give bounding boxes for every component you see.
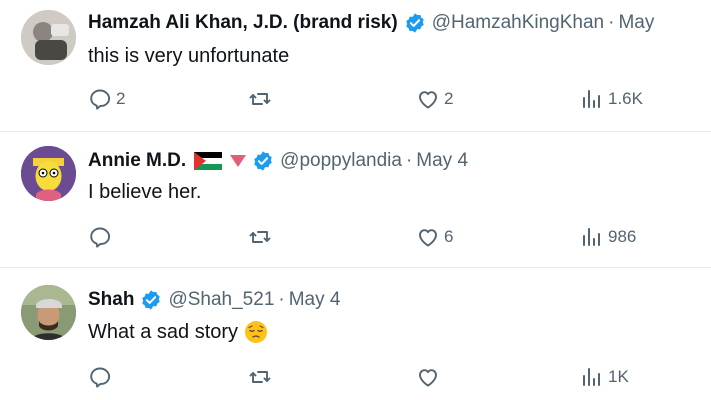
views-count: 1K (608, 367, 629, 386)
tweet-text-content: What a sad story (88, 320, 239, 343)
like-button[interactable]: 2 (416, 84, 453, 114)
palestine-flag-icon (194, 152, 223, 170)
avatar[interactable] (21, 285, 76, 340)
tweet-text: this is very unfortunate (88, 42, 289, 70)
views-icon (583, 228, 600, 246)
like-count: 2 (444, 89, 454, 108)
tweet-text: I believe her. (88, 178, 201, 206)
reply-button[interactable]: 2 (88, 84, 125, 114)
views-count: 1.6K (608, 89, 643, 108)
retweet-icon (249, 371, 271, 383)
views-button[interactable]: 1.6K (580, 84, 643, 114)
timestamp[interactable]: May 4 (289, 289, 341, 311)
reply-button[interactable] (88, 362, 116, 392)
tweet-header: Shah @Shah_521 · May 4 (88, 285, 340, 315)
display-name[interactable]: Hamzah Ali Khan, J.D. (brand risk) (88, 12, 398, 34)
retweet-icon (249, 231, 271, 243)
handle[interactable]: @HamzahKingKhan (432, 12, 604, 34)
tweet-text-content: this is very unfortunate (88, 44, 290, 67)
like-button[interactable]: 6 (416, 222, 453, 252)
retweet-button[interactable] (248, 222, 272, 252)
retweet-button[interactable] (248, 362, 272, 392)
separator: · (278, 289, 285, 310)
avatar[interactable] (21, 146, 76, 201)
tweet-text: What a sad story (88, 318, 268, 346)
like-button[interactable] (416, 362, 444, 392)
views-button[interactable]: 986 (580, 222, 636, 252)
retweet-button[interactable] (248, 84, 272, 114)
tweet-1[interactable]: Hamzah Ali Khan, J.D. (brand risk) @Hamz… (0, 0, 711, 130)
tweet-3[interactable]: Shah @Shah_521 · May 4 What a sad story … (0, 268, 711, 400)
separator: · (405, 150, 413, 171)
reply-button[interactable] (88, 222, 116, 252)
tweet-actions: 6 986 (88, 222, 688, 252)
views-icon (583, 90, 600, 108)
reply-count: 2 (116, 89, 126, 108)
tweet-header: Annie M.D. @poppylandia · May 4 (88, 146, 468, 176)
handle[interactable]: @Shah_521 (168, 289, 274, 311)
views-icon (583, 368, 600, 386)
tweet-2[interactable]: Annie M.D. @poppylandia · May 4 I believ… (0, 132, 711, 266)
like-icon (419, 369, 437, 387)
reply-icon (90, 89, 111, 110)
tweet-actions: 2 2 1.6K (88, 84, 688, 114)
verified-badge-icon (254, 151, 272, 171)
tweet-text-content: I believe her. (88, 180, 202, 203)
handle[interactable]: @poppylandia (280, 150, 402, 172)
tweet-header: Hamzah Ali Khan, J.D. (brand risk) @Hamz… (88, 8, 654, 38)
like-icon (419, 229, 437, 247)
red-triangle-icon (230, 155, 247, 167)
timestamp[interactable]: May 4 (416, 150, 468, 172)
views-button[interactable]: 1K (580, 362, 629, 392)
reply-icon (90, 367, 111, 388)
retweet-icon (249, 93, 271, 105)
timestamp[interactable]: May (618, 12, 654, 34)
display-name[interactable]: Shah (88, 289, 134, 311)
display-name[interactable]: Annie M.D. (88, 150, 186, 172)
reply-icon (90, 227, 111, 248)
verified-badge-icon (142, 290, 161, 310)
separator: · (608, 12, 615, 33)
avatar[interactable] (21, 10, 76, 65)
pensive-face-icon (245, 321, 268, 343)
like-count: 6 (444, 227, 454, 246)
views-count: 986 (608, 227, 637, 246)
verified-badge-icon (405, 13, 424, 33)
like-icon (419, 91, 437, 109)
tweet-actions: 1K (88, 362, 688, 392)
